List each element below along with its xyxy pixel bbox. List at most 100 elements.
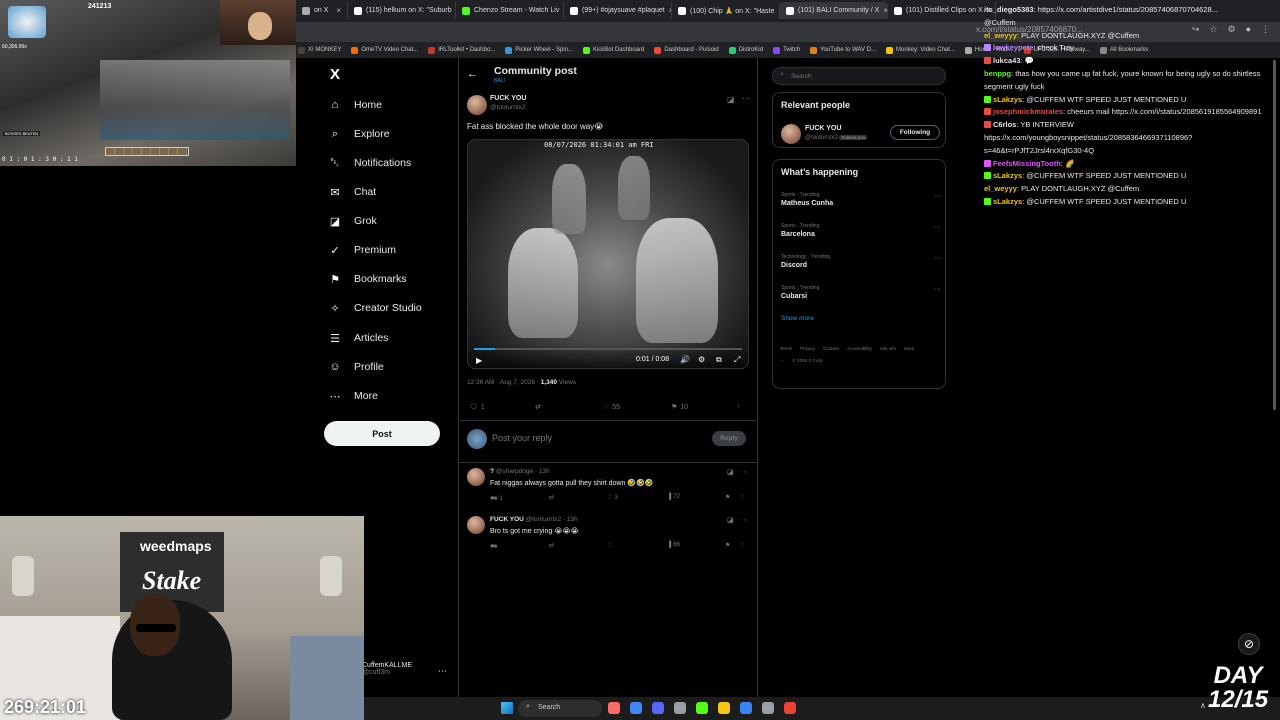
system-tray[interactable]: ∧: [1200, 701, 1206, 710]
grok-icon[interactable]: ◪: [727, 516, 734, 524]
relevant-name[interactable]: FUCK YOU: [805, 125, 841, 132]
bookmark-item[interactable]: OmeTV Video Chat...: [351, 43, 418, 57]
bookmark-item[interactable]: YouTube to WAV D...: [810, 43, 876, 57]
post-avatar[interactable]: [467, 95, 487, 115]
views-button[interactable]: ▐ 72: [667, 494, 680, 500]
fullscreen-icon[interactable]: ⤢: [734, 355, 740, 365]
nav-item-profile[interactable]: ☺ Profile: [328, 356, 383, 378]
reply-button[interactable]: 🗪: [490, 542, 499, 552]
start-button[interactable]: [501, 702, 513, 714]
trend-item[interactable]: Technology · Trending Discord ⋯: [781, 254, 941, 278]
reply-button[interactable]: 🗪 1: [490, 494, 503, 504]
bookmark-button[interactable]: ⚑: [725, 494, 730, 501]
more-icon[interactable]: ⋯: [741, 516, 748, 524]
like-button[interactable]: ♡ 3: [607, 494, 618, 502]
chat-username[interactable]: el_weyyy: [984, 31, 1017, 40]
browser-tab[interactable]: on X ×: [296, 2, 348, 19]
chat-username[interactable]: sLakzys: [993, 171, 1022, 180]
bookmark-button[interactable]: ⚑: [725, 542, 730, 549]
following-button[interactable]: Following: [890, 125, 940, 140]
bookmark-item[interactable]: DistroKid: [728, 43, 763, 57]
more-icon[interactable]: ⋯: [934, 285, 941, 293]
repost-button[interactable]: ⇄: [535, 403, 541, 411]
taskbar-search[interactable]: ⌕ Search: [518, 700, 602, 717]
nav-item-grok[interactable]: ◪ Grok: [328, 210, 377, 232]
comment-author[interactable]: ? @sharpdoge · 13h: [490, 468, 550, 475]
x-logo[interactable]: X: [330, 66, 340, 83]
footer-link[interactable]: © 2026 X Corp.: [793, 358, 824, 363]
chat-scrollbar[interactable]: [1273, 60, 1276, 410]
chat-username[interactable]: benppg: [984, 69, 1011, 78]
browser-tab[interactable]: (99+) #ojaysuave #plaquet×: [564, 2, 672, 19]
comment-avatar[interactable]: [467, 516, 485, 534]
nav-item-notifications[interactable]: ␇ Notifications: [328, 152, 412, 174]
taskbar-app-icon[interactable]: [674, 702, 686, 714]
back-arrow-icon[interactable]: ←: [467, 68, 478, 80]
post-author-name[interactable]: FUCK YOU: [490, 95, 526, 102]
nav-item-bookmarks[interactable]: ⚑ Bookmarks: [328, 268, 406, 290]
taskbar-app-icon[interactable]: [652, 702, 664, 714]
reply-button[interactable]: 🗨 1: [469, 403, 485, 412]
pip-icon[interactable]: ⧉: [716, 355, 722, 365]
show-more-link[interactable]: Show more: [781, 315, 814, 322]
browser-tab[interactable]: (101) BALI Community / X ×: [780, 2, 888, 19]
footer-link[interactable]: Privacy: [800, 346, 815, 351]
trend-item[interactable]: Sports · Trending Matheus Cunha ⋯: [781, 192, 941, 216]
nav-item-more[interactable]: ⋯ More: [328, 385, 378, 407]
browser-tab[interactable]: (115) helkum on X: "Suburb×: [348, 2, 456, 19]
bookmark-item[interactable]: Xì MONKEY: [298, 43, 341, 57]
like-button[interactable]: ♡ 55: [603, 403, 620, 412]
taskbar-app-icon[interactable]: [608, 702, 620, 714]
browser-tab[interactable]: Chenzo Stream - Watch Liv×: [456, 2, 564, 19]
more-icon[interactable]: ⋯: [934, 192, 941, 200]
footer-link[interactable]: Ads info: [880, 346, 896, 351]
chat-username[interactable]: lowkeypete: [993, 43, 1033, 52]
nav-item-articles[interactable]: ☰ Articles: [328, 327, 388, 349]
search-box[interactable]: ⌕: [772, 67, 946, 85]
chat-username[interactable]: sLakzys: [993, 95, 1022, 104]
settings-icon[interactable]: ⚙: [698, 355, 705, 364]
relevant-avatar[interactable]: [781, 124, 801, 144]
bookmark-item[interactable]: KickBot Dashboard: [582, 43, 644, 57]
repost-button[interactable]: ⇄: [549, 494, 554, 501]
share-button[interactable]: ↑: [737, 403, 741, 410]
more-icon[interactable]: ⋯: [741, 468, 748, 476]
bookmark-item[interactable]: Monkey: Video Chat...: [886, 43, 955, 57]
account-switcher[interactable]: CuffemKALLME @cuff3m: [362, 662, 412, 676]
nav-item-creator-studio[interactable]: ✧ Creator Studio: [328, 297, 421, 319]
footer-link[interactable]: Accessibility: [847, 346, 872, 351]
video-player[interactable]: 08/07/2026 01:34:01 am FRI ▶ 0:01 / 0:08…: [467, 139, 749, 369]
chat-username[interactable]: josephmickmorales: [993, 107, 1063, 116]
footer-link[interactable]: Cookies: [823, 346, 839, 351]
repost-button[interactable]: ⇄: [549, 542, 554, 549]
bookmark-button[interactable]: ⚑ 10: [671, 403, 688, 412]
play-icon[interactable]: ▶: [476, 356, 482, 365]
trend-item[interactable]: Sports · Trending Cubarsi ⋯: [781, 285, 941, 309]
like-button[interactable]: ♡: [607, 542, 614, 549]
comment-item[interactable]: FUCK YOU @tooturntx2 · 13h Bro ts got me …: [459, 514, 757, 562]
post-author-handle[interactable]: @tooturntx2: [490, 104, 526, 111]
volume-icon[interactable]: 🔊: [680, 355, 690, 364]
comment-avatar[interactable]: [467, 468, 485, 486]
chat-username[interactable]: its_diego5383: [984, 5, 1034, 14]
comment-author[interactable]: FUCK YOU @tooturntx2 · 13h: [490, 516, 578, 523]
search-input[interactable]: [789, 70, 939, 82]
more-icon[interactable]: ⋯: [742, 94, 750, 103]
taskbar-app-icon[interactable]: [784, 702, 796, 714]
reply-input[interactable]: Post your reply: [492, 433, 552, 443]
account-more-icon[interactable]: ⋯: [438, 666, 447, 677]
bookmark-item[interactable]: Picker Wheel - Spin...: [505, 43, 573, 57]
grok-icon[interactable]: ◪: [727, 468, 734, 476]
chat-username[interactable]: C6rlos: [993, 120, 1016, 129]
nav-item-home[interactable]: ⌂ Home: [328, 94, 382, 116]
bookmark-item[interactable]: IRLToolkit • Dashbo...: [428, 43, 495, 57]
comment-item[interactable]: ? @sharpdoge · 13h Fat niggas always gott…: [459, 466, 757, 514]
close-icon[interactable]: ×: [336, 6, 341, 15]
chat-username[interactable]: FeefsMissingTooth: [993, 159, 1061, 168]
taskbar-app-icon[interactable]: [696, 702, 708, 714]
share-button[interactable]: ↑: [741, 494, 744, 500]
footer-link[interactable]: Terms: [780, 346, 792, 351]
post-button[interactable]: Post: [324, 421, 440, 446]
share-button[interactable]: ↑: [741, 542, 744, 548]
post-timestamp[interactable]: 12:36 AM · Aug 7, 2026 ·: [467, 379, 541, 386]
